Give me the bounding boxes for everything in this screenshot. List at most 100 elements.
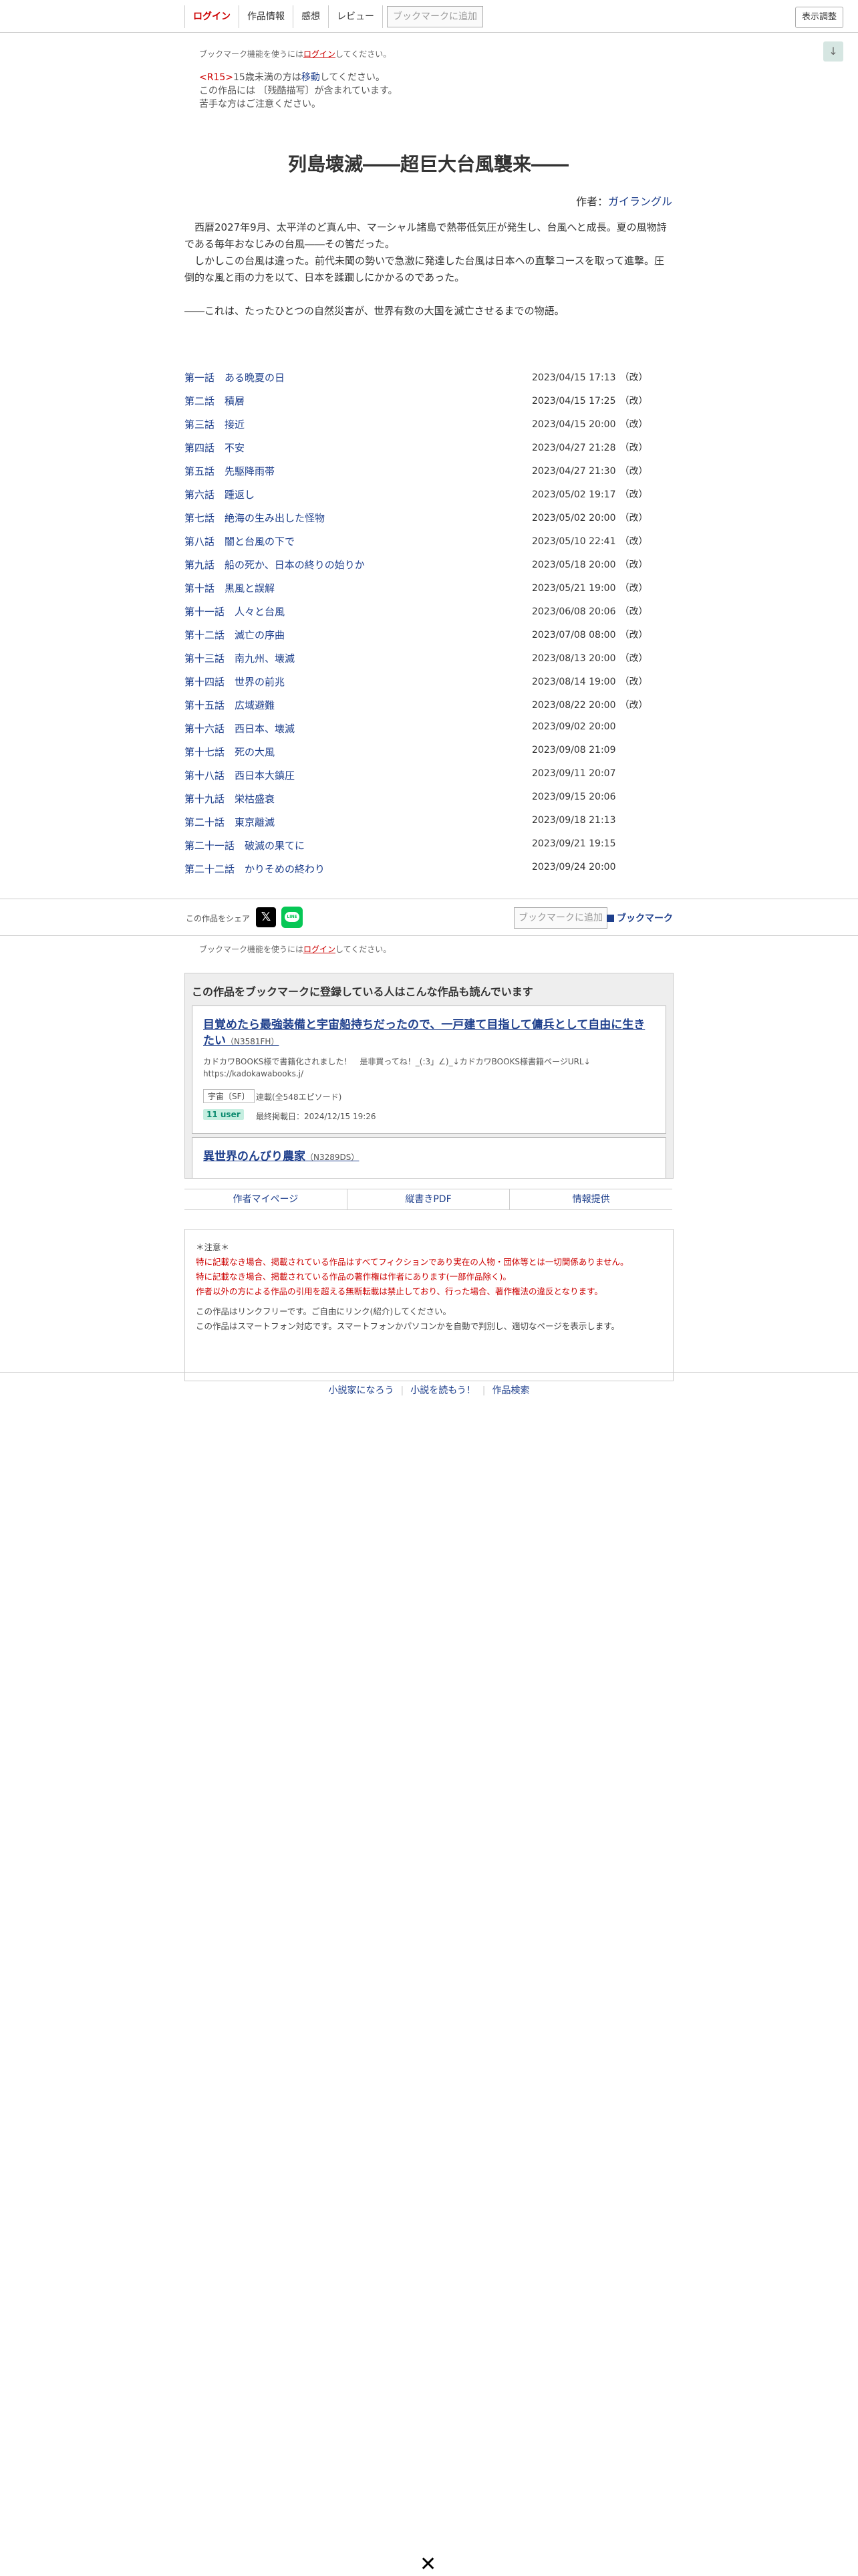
revised-mark: （改） [619,372,648,383]
x-share-icon[interactable]: 𝕏 [256,907,276,927]
chapter-link[interactable]: 第二十二話 かりそめの終わり [184,862,325,876]
chapter-link[interactable]: 第十八話 西日本大鎮圧 [184,768,295,782]
close-icon[interactable]: ✕ [420,2553,436,2576]
tab-novel-info[interactable]: 作品情報 [239,5,293,28]
chapter-row: 第二十二話 かりそめの終わり 2023/09/24 20:00 [184,862,672,885]
chapter-link[interactable]: 第十話 黒風と誤解 [184,581,275,595]
revised-mark: （改） [619,653,648,664]
bookmark-link-label: ブックマーク [617,913,673,924]
chapter-date: 2023/08/22 20:00 （改） [532,698,648,711]
chapter-link[interactable]: 第五話 先駆降雨帯 [184,464,275,478]
display-settings-button[interactable]: 表示調整 [795,7,843,28]
chapter-row: 第一話 ある晩夏の日 2023/04/15 17:13 （改） [184,370,672,394]
notice-spacer [196,1299,662,1304]
bookmark-add-button-top[interactable]: ブックマークに追加 [387,6,483,27]
footer-link-narou[interactable]: 小説家になろう [321,1385,400,1396]
note-suffix: してください。 [335,49,392,59]
chapter-date: 2023/09/18 21:13 [532,815,616,826]
footer-links: 小説家になろう | 小説を読もう！ | 作品検索 [0,1383,858,1397]
author-mypage-link[interactable]: 作者マイページ [184,1189,347,1209]
rec-title-text[interactable]: 異世界のんびり農家 [203,1150,305,1163]
chapter-date: 2023/09/02 20:00 [532,721,616,732]
synopsis-blank [184,286,672,303]
bookmark-add-button-bottom[interactable]: ブックマークに追加 [514,907,607,929]
chapter-date-text: 2023/05/18 20:00 [532,560,616,570]
chapter-link[interactable]: 第四話 不安 [184,441,245,455]
chapter-link[interactable]: 第六話 踵返し [184,487,255,501]
revised-mark: （改） [619,466,648,477]
chapter-date-text: 2023/08/13 20:00 [532,653,616,664]
scroll-down-arrow-icon[interactable]: ↓ [823,41,843,62]
notice-red-2: 特に記載なき場合、掲載されている作品の著作権は作者にあります(一部作品除く)。 [196,1272,511,1282]
chapter-link[interactable]: 第十四話 世界の前兆 [184,675,285,689]
bookmark-link[interactable]: ブックマーク [607,911,673,925]
chapter-date-text: 2023/04/15 17:13 [532,372,616,383]
chapter-date: 2023/08/14 19:00 （改） [532,675,648,688]
chapter-date-text: 2023/04/15 20:00 [532,419,616,430]
chapter-link[interactable]: 第十七話 死の大風 [184,745,275,759]
revised-mark: （改） [619,536,648,547]
chapter-link[interactable]: 第十三話 南九州、壊滅 [184,651,295,665]
warning-text-1-end: してください。 [319,72,386,83]
chapter-link[interactable]: 第九話 船の死か、日本の終りの始りか [184,558,365,572]
revised-mark: （改） [619,513,648,523]
chapter-link[interactable]: 第十九話 栄枯盛衰 [184,792,275,806]
chapter-date-text: 2023/09/11 20:07 [532,768,616,779]
report-info-link[interactable]: 情報提供 [510,1189,672,1209]
footer-separator: | [482,1385,486,1396]
author-link[interactable]: ガイラングル [608,195,672,208]
revised-mark: （改） [619,677,648,687]
warning-text-1: 15歳未満の方は [233,72,301,83]
chapter-row: 第十七話 死の大風 2023/09/08 21:09 [184,745,672,768]
recommendation-description: カドカワBOOKS様で書籍化されました！ 是非買ってね！_(:3」∠)_↓カドカ… [203,1057,591,1078]
chapter-link[interactable]: 第一話 ある晩夏の日 [184,370,285,384]
chapter-row: 第十四話 世界の前兆 2023/08/14 19:00 （改） [184,675,672,698]
content-warning: <R15>15歳未満の方は移動してください。 この作品には 〔残酷描写〕が含まれ… [199,71,398,111]
footer-link-search[interactable]: 作品検索 [486,1385,537,1396]
login-link[interactable]: ログイン [303,945,335,954]
genre-tag[interactable]: 宇宙〔SF〕 [203,1089,255,1103]
tab-login[interactable]: ログイン [185,5,239,28]
chapter-row: 第十八話 西日本大鎮圧 2023/09/11 20:07 [184,768,672,792]
share-label: この作品をシェア [186,914,251,923]
recommendation-card[interactable]: 目覚めたら最強装備と宇宙船持ちだったので、一戸建て目指して傭兵として自由に生きた… [192,1006,666,1134]
chapter-link[interactable]: 第二話 積層 [184,394,245,408]
recommendation-card[interactable]: 異世界のんびり農家（N3289DS） [192,1137,666,1178]
revised-mark: （改） [619,606,648,617]
footer-link-yomou[interactable]: 小説を読もう！ [404,1385,482,1396]
footer: 小説家になろう | 小説を読もう！ | 作品検索 [0,1372,858,1413]
chapter-link[interactable]: 第二十一話 破滅の果てに [184,838,305,852]
login-link[interactable]: ログイン [303,49,335,59]
chapter-row: 第四話 不安 2023/04/27 21:28 （改） [184,441,672,464]
chapter-row: 第十三話 南九州、壊滅 2023/08/13 20:00 （改） [184,651,672,675]
share-bar: この作品をシェア 𝕏 LINE ブックマークに追加 ブックマーク [0,899,858,936]
chapter-row: 第五話 先駆降雨帯 2023/04/27 21:30 （改） [184,464,672,487]
synopsis: 西暦2027年9月、太平洋のど真ん中、マーシャル諸島で熱帯低気圧が発生し、台風へ… [184,219,672,320]
line-share-icon[interactable]: LINE [281,907,303,928]
chapter-row: 第二話 積層 2023/04/15 17:25 （改） [184,394,672,417]
chapter-link[interactable]: 第七話 絶海の生み出した怪物 [184,511,325,525]
move-link[interactable]: 移動 [301,72,320,83]
episode-count: 連載(全548エピソード) [256,1092,342,1102]
chapter-link[interactable]: 第二十話 東京離滅 [184,815,275,829]
bookmark-login-note-2: ブックマーク機能を使うにはログインしてください。 [199,943,391,955]
chapter-date: 2023/04/27 21:28 （改） [532,441,648,454]
header-tabs: ログイン 作品情報 感想 レビュー ブックマークに追加 [184,5,483,28]
tab-impressions[interactable]: 感想 [293,5,329,28]
warning-text-3: 苦手な方はご注意ください。 [199,99,321,110]
chapter-date: 2023/04/15 20:00 （改） [532,417,648,431]
chapter-link[interactable]: 第三話 接近 [184,417,245,431]
revised-mark: （改） [619,396,648,406]
chapter-link[interactable]: 第十六話 西日本、壊滅 [184,721,295,735]
tab-reviews[interactable]: レビュー [329,5,383,28]
chapter-link[interactable]: 第十五話 広域避難 [184,698,275,712]
bookmark-login-note: ブックマーク機能を使うにはログインしてください。 [199,48,391,60]
chapter-link[interactable]: 第十一話 人々と台風 [184,604,285,618]
recommendation-title[interactable]: 目覚めたら最強装備と宇宙船持ちだったので、一戸建て目指して傭兵として自由に生きた… [203,1017,651,1050]
chapter-link[interactable]: 第十二話 滅亡の序曲 [184,628,285,642]
vertical-pdf-link[interactable]: 縦書きPDF [347,1189,511,1209]
chapter-link[interactable]: 第八話 闇と台風の下で [184,534,295,548]
recommendation-title[interactable]: 異世界のんびり農家（N3289DS） [203,1149,651,1165]
chapter-date: 2023/04/15 17:25 （改） [532,394,648,407]
r15-label: <R15> [199,72,234,83]
